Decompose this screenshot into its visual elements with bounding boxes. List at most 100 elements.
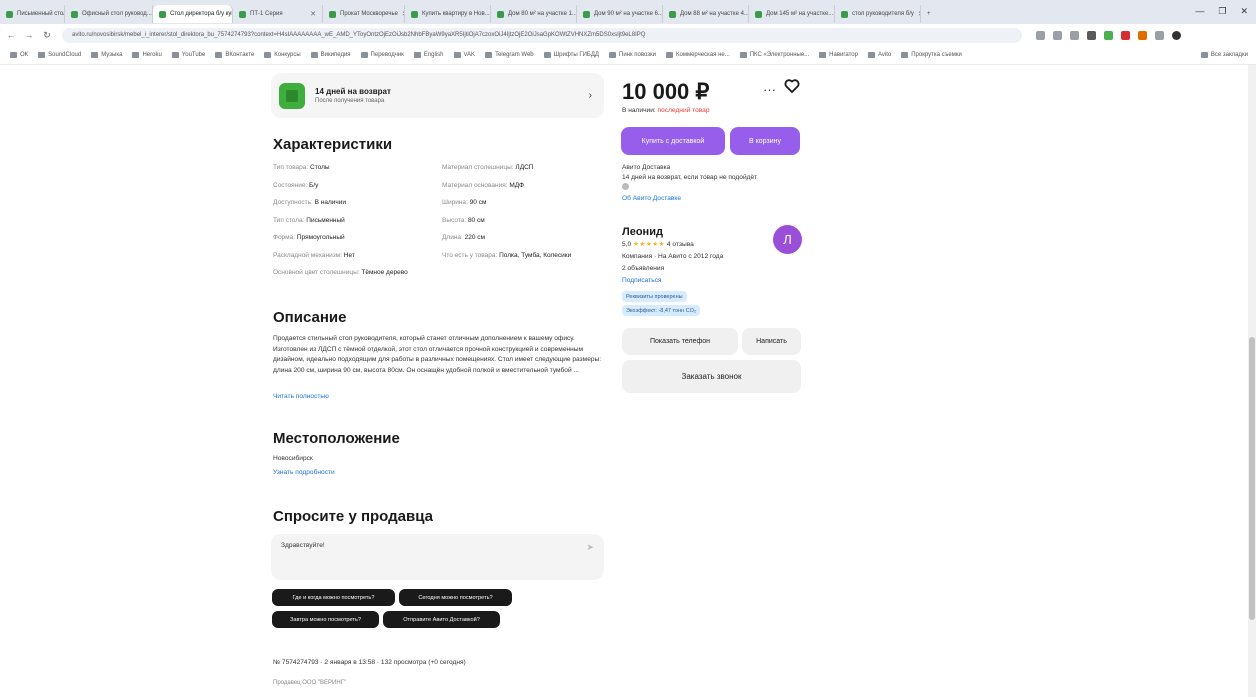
browser-tab[interactable]: Дом 145 м² на участке...✕ — [749, 5, 835, 23]
seller-ads-count[interactable]: 2 объявления — [622, 265, 664, 272]
quick-question-chip[interactable]: Где и когда можно посмотреть? — [272, 589, 395, 606]
page-scrollbar[interactable] — [1248, 65, 1256, 697]
delivery-link[interactable]: Об Авито Доставке — [622, 194, 802, 204]
bookmark-item[interactable]: YouTube — [171, 52, 205, 58]
browser-tab[interactable]: Офисный стол руковод...✕ — [65, 5, 153, 23]
bookmark-icon — [360, 52, 368, 58]
browser-tab-bar: Письменный стол руков...✕Офисный стол ру… — [0, 0, 1256, 24]
extension-icon[interactable] — [1104, 30, 1113, 40]
bookmark-item[interactable]: Музыка — [91, 52, 122, 58]
forward-icon[interactable]: → — [22, 30, 36, 40]
extension-icon[interactable] — [1087, 30, 1096, 40]
browser-tab[interactable]: Дом 80 м² на участке 1...✕ — [491, 5, 577, 23]
bookmark-item[interactable]: English — [413, 52, 444, 58]
browser-tab[interactable]: Прокат Москворечье✕ — [323, 5, 405, 23]
bookmark-item[interactable]: Heroku — [132, 52, 162, 58]
close-tab-icon[interactable]: ✕ — [398, 10, 404, 18]
url-field[interactable]: avito.ru/novosibirsk/mebel_i_interer/sto… — [62, 27, 1022, 43]
favicon-icon — [159, 10, 166, 18]
seller-rating[interactable]: 5,0 ★★★★★ 4 отзыва — [622, 240, 694, 248]
new-tab-button[interactable]: + — [921, 5, 937, 23]
bookmark-item[interactable]: Конкурсы — [264, 52, 301, 58]
quick-question-chip[interactable]: Сегодня можно посмотреть? — [399, 589, 512, 606]
return-policy-card[interactable]: 14 дней на возврат После получения товар… — [271, 73, 604, 118]
folder-icon — [1200, 52, 1208, 58]
show-phone-button[interactable]: Показать телефон — [622, 328, 738, 355]
scrollbar-thumb[interactable] — [1249, 337, 1255, 620]
bookmark-icon — [171, 52, 179, 58]
bookmark-item[interactable]: Навигатор — [819, 52, 858, 58]
bookmark-icon — [264, 52, 272, 58]
profile-icon[interactable] — [1172, 30, 1181, 40]
more-options-icon[interactable]: ··· — [763, 82, 776, 97]
characteristic-row: Раскладной механизм: Нет — [273, 251, 433, 260]
browser-tab[interactable]: Дом 90 м² на участке 6...✕ — [577, 5, 663, 23]
quick-question-chip[interactable]: Завтра можно посмотреть? — [272, 611, 379, 628]
all-bookmarks[interactable]: Все закладки — [1200, 52, 1248, 58]
maximize-icon[interactable]: ❐ — [1218, 6, 1226, 17]
add-to-cart-button[interactable]: В корзину — [730, 127, 800, 155]
bookmark-icon — [543, 52, 551, 58]
star-icon[interactable] — [1070, 30, 1079, 40]
browser-tab[interactable]: Стол директора б/у купит...✕ — [153, 5, 233, 23]
minimize-icon[interactable]: — — [1195, 6, 1204, 17]
extensions — [1036, 30, 1181, 40]
location-title: Местоположение — [273, 430, 400, 447]
bookmark-item[interactable]: ВКонтакте — [215, 52, 254, 58]
bookmark-item[interactable]: Википедия — [310, 52, 351, 58]
bookmark-item[interactable]: Прокрутка съемки — [901, 52, 962, 58]
write-message-button[interactable]: Написать — [742, 328, 801, 355]
puzzle-icon[interactable] — [1155, 30, 1164, 40]
back-icon[interactable]: ← — [4, 30, 18, 40]
characteristic-key: Что есть у товара: — [442, 251, 500, 259]
extension-icon[interactable] — [1121, 30, 1130, 40]
bookmark-item[interactable]: Пинк повозки — [609, 52, 656, 58]
send-icon[interactable]: ➤ — [586, 542, 594, 553]
bookmark-icon — [739, 52, 747, 58]
characteristic-key: Тип товара: — [273, 164, 310, 171]
reload-icon[interactable]: ↻ — [40, 30, 54, 41]
browser-tab[interactable]: ПТ-1 Серия ✕ — [233, 5, 323, 23]
subscribe-link[interactable]: Подписаться — [622, 277, 662, 284]
zoom-icon[interactable] — [1053, 30, 1062, 40]
browser-tab[interactable]: Письменный стол руков...✕ — [0, 5, 65, 23]
characteristic-row: Материал основания: МДФ — [442, 181, 592, 190]
bookmark-item[interactable]: Avito — [867, 52, 891, 58]
bookmark-icon — [215, 52, 223, 58]
bookmark-item[interactable]: VAK — [453, 52, 475, 58]
characteristic-key: Состояние: — [273, 181, 310, 189]
browser-tab[interactable]: стол руководителя б/у✕ — [835, 5, 921, 23]
bookmark-item[interactable]: Шрифты ГИБДД — [543, 52, 599, 58]
bookmark-item[interactable]: Коммерческая не... — [665, 52, 730, 58]
stock-value: последний товар — [657, 107, 710, 114]
read-more-link[interactable]: Читать полностью — [273, 393, 329, 400]
avatar[interactable]: Л — [773, 225, 802, 254]
seller-name[interactable]: Леонид — [622, 226, 663, 238]
browser-tab[interactable]: Дом 88 м² на участке 4...✕ — [663, 5, 749, 23]
characteristic-row: Материал столешницы: ЛДСП — [442, 163, 592, 172]
translate-icon[interactable] — [1036, 30, 1045, 40]
browser-tab[interactable]: Купить квартиру в Нов...✕ — [405, 5, 491, 23]
bookmark-item[interactable]: SoundCloud — [38, 52, 81, 58]
characteristic-row: Доступность: В наличии — [273, 198, 433, 207]
characteristic-row: Тип товара: Столы — [273, 163, 433, 172]
extension-icon[interactable] — [1138, 30, 1147, 40]
return-subtitle: После получения товара — [315, 98, 385, 104]
quick-question-chip[interactable]: Отправите Авито Доставкой? — [383, 611, 500, 628]
close-tab-icon[interactable]: ✕ — [306, 10, 316, 18]
location-details-link[interactable]: Узнать подробности — [273, 469, 335, 476]
bookmark-item[interactable]: ПКС «Электронные... — [739, 52, 809, 58]
close-icon[interactable]: ✕ — [1240, 6, 1248, 17]
buy-with-delivery-button[interactable]: Купить с доставкой — [621, 127, 725, 155]
order-call-button[interactable]: Заказать звонок — [622, 360, 801, 393]
close-tab-icon[interactable]: ✕ — [914, 10, 920, 18]
characteristic-value: Нет — [343, 251, 355, 259]
characteristic-value: 90 см — [469, 199, 487, 206]
delivery-text: 14 дней на возврат, если товар не подойд… — [622, 174, 758, 181]
message-input[interactable]: Здравствуйте! ➤ — [271, 534, 604, 580]
heart-icon[interactable] — [784, 79, 800, 98]
bookmark-item[interactable]: Переводчик — [360, 52, 404, 58]
bookmark-item[interactable]: Telegram Web — [485, 52, 534, 58]
bookmark-item[interactable]: ОК — [10, 52, 28, 58]
info-icon[interactable] — [622, 183, 629, 190]
